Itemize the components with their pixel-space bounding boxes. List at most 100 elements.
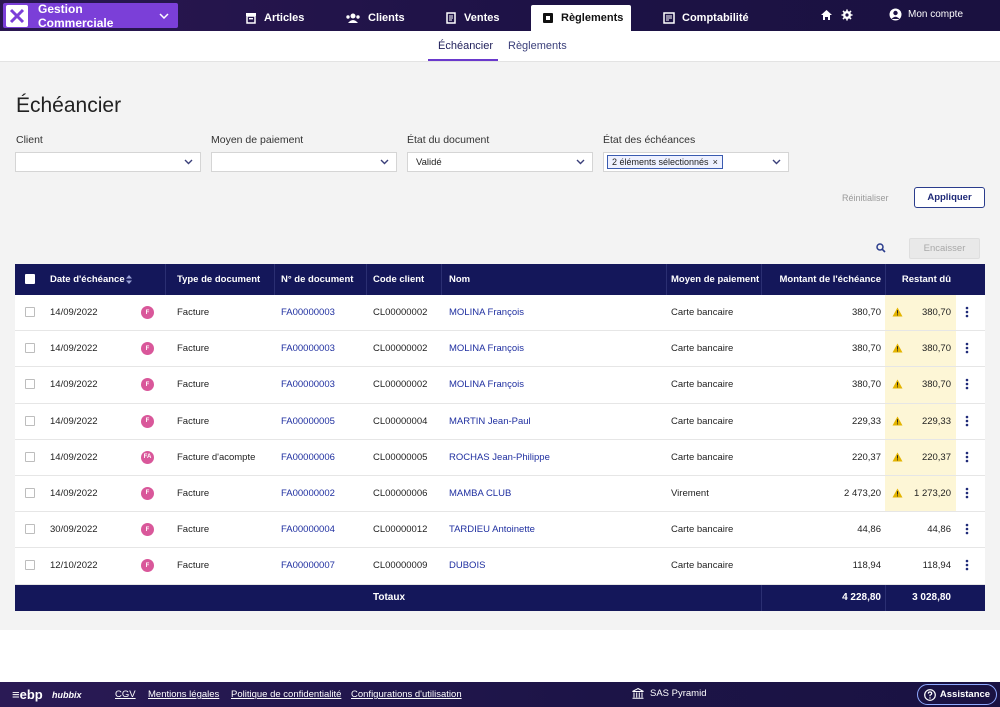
filter-client-label: Client	[16, 134, 43, 146]
tab-articles[interactable]: Articles	[245, 5, 304, 31]
warning-icon	[892, 343, 903, 353]
more-options-icon[interactable]	[965, 451, 969, 463]
table-row[interactable]: 14/09/2022 F Facture FA00000003 CL000000…	[15, 295, 985, 332]
cell-document-link[interactable]: FA00000003	[281, 307, 335, 318]
cell-moyen: Virement	[671, 487, 709, 499]
cell-nom-link[interactable]: TARDIEU Antoinette	[449, 524, 535, 535]
cell-nom-link[interactable]: MOLINA François	[449, 307, 524, 318]
column-divider	[165, 264, 166, 295]
archive-icon	[245, 12, 257, 24]
row-checkbox[interactable]	[25, 524, 35, 535]
row-checkbox[interactable]	[25, 451, 35, 462]
column-divider	[885, 584, 886, 611]
warning-icon	[892, 488, 903, 498]
table-row[interactable]: 30/09/2022 F Facture FA00000004 CL000000…	[15, 512, 985, 549]
top-navigation-bar: Gestion Commerciale Articles Clients Ven…	[0, 0, 1000, 31]
row-checkbox[interactable]	[25, 343, 35, 354]
app-switcher[interactable]: Gestion Commerciale	[3, 1, 178, 30]
filter-etat-document-select[interactable]: Validé	[407, 152, 593, 172]
app-name: Gestion Commerciale	[38, 1, 114, 30]
encaisser-button[interactable]: Encaisser	[909, 238, 980, 259]
more-options-icon[interactable]	[965, 487, 969, 499]
home-icon[interactable]	[820, 9, 833, 21]
table-row[interactable]: 14/09/2022 F Facture FA00000005 CL000000…	[15, 403, 985, 440]
filter-etat-echeances-select[interactable]: 2 éléments sélectionnés ×	[603, 152, 789, 172]
cell-nom-link[interactable]: MARTIN Jean-Paul	[449, 416, 531, 427]
selection-chip: 2 éléments sélectionnés ×	[607, 155, 723, 169]
column-divider	[274, 264, 275, 295]
tab-reglements[interactable]: Règlements	[531, 5, 631, 31]
sort-icon[interactable]	[126, 275, 132, 284]
table-row[interactable]: 14/09/2022 F Facture FA00000002 CL000000…	[15, 475, 985, 513]
footer-link-configurations[interactable]: Configurations d'utilisation	[351, 689, 462, 700]
cell-nom-link[interactable]: MAMBA CLUB	[449, 488, 511, 499]
filter-moyen-label: Moyen de paiement	[211, 134, 304, 146]
row-checkbox[interactable]	[25, 487, 35, 498]
cell-document-link[interactable]: FA00000003	[281, 343, 335, 354]
gear-icon[interactable]	[841, 9, 853, 21]
document-type-badge: F	[141, 523, 154, 537]
cell-document-link[interactable]: FA00000006	[281, 452, 335, 463]
table-row[interactable]: 14/09/2022 FA Facture d'acompte FA000000…	[15, 439, 985, 476]
tab-clients[interactable]: Clients	[345, 5, 405, 31]
col-code-header: Code client	[373, 274, 425, 285]
row-checkbox[interactable]	[25, 379, 35, 390]
row-checkbox[interactable]	[25, 307, 35, 317]
filter-client-select[interactable]	[15, 152, 201, 172]
table-row[interactable]: 14/09/2022 F Facture FA00000003 CL000000…	[15, 367, 985, 404]
footer-link-mentions[interactable]: Mentions légales	[148, 689, 219, 700]
more-options-icon[interactable]	[965, 342, 969, 354]
more-options-icon[interactable]	[965, 415, 969, 427]
subtab-reglements[interactable]: Règlements	[508, 40, 567, 52]
filter-moyen-select[interactable]	[211, 152, 397, 172]
select-all-checkbox[interactable]	[25, 274, 35, 284]
document-type-badge: F	[141, 342, 154, 356]
cell-date: 14/09/2022	[50, 307, 98, 318]
cell-document-link[interactable]: FA00000002	[281, 488, 335, 499]
table-row[interactable]: 14/09/2022 F Facture FA00000003 CL000000…	[15, 331, 985, 368]
cell-date: 14/09/2022	[50, 415, 98, 427]
column-divider	[761, 584, 762, 611]
footer-link-cgv[interactable]: CGV	[115, 689, 136, 700]
cell-type: Facture	[177, 415, 210, 427]
more-options-icon[interactable]	[965, 523, 969, 535]
cell-nom-link[interactable]: DUBOIS	[449, 560, 485, 571]
apply-button[interactable]: Appliquer	[914, 187, 985, 208]
chip-remove-icon[interactable]: ×	[713, 157, 718, 167]
footer-link-confidentialite[interactable]: Politique de confidentialité	[231, 689, 341, 700]
assistance-button[interactable]: Assistance	[917, 684, 997, 705]
search-icon[interactable]	[876, 243, 886, 253]
cell-document-link[interactable]: FA00000007	[281, 560, 335, 571]
row-checkbox[interactable]	[25, 560, 35, 571]
company-selector[interactable]: SAS Pyramid	[632, 688, 707, 699]
active-subtab-indicator	[428, 59, 498, 61]
cell-nom-link[interactable]: MOLINA François	[449, 379, 524, 390]
cell-moyen: Carte bancaire	[671, 307, 734, 318]
col-date-header[interactable]: Date d'échéance	[50, 274, 125, 285]
cell-code-client: CL00000006	[373, 487, 428, 499]
cell-code-client: CL00000002	[373, 343, 428, 355]
row-checkbox[interactable]	[25, 415, 35, 426]
account-menu[interactable]: Mon compte	[889, 8, 963, 21]
column-divider	[666, 264, 667, 295]
cell-document-link[interactable]: FA00000003	[281, 379, 335, 390]
tab-ventes-label: Ventes	[464, 12, 500, 24]
more-options-icon[interactable]	[965, 378, 969, 390]
subtab-echeancier[interactable]: Échéancier	[438, 40, 493, 52]
cell-type: Facture d'acompte	[177, 451, 256, 463]
tab-ventes[interactable]: Ventes	[445, 5, 499, 31]
cell-nom-link[interactable]: MOLINA François	[449, 343, 524, 354]
column-divider	[441, 264, 442, 295]
cell-moyen: Carte bancaire	[671, 379, 734, 391]
cell-document-link[interactable]: FA00000005	[281, 416, 335, 427]
page-title: Échéancier	[16, 94, 122, 117]
reset-button[interactable]: Réinitialiser	[842, 193, 889, 203]
more-options-icon[interactable]	[965, 559, 969, 571]
cell-document-link[interactable]: FA00000004	[281, 524, 335, 535]
more-options-icon[interactable]	[965, 306, 969, 318]
table-row[interactable]: 12/10/2022 F Facture FA00000007 CL000000…	[15, 548, 985, 585]
app-logo	[6, 4, 28, 27]
tab-comptabilite[interactable]: Comptabilité	[663, 5, 749, 31]
cell-nom-link[interactable]: ROCHAS Jean-Philippe	[449, 452, 550, 463]
cell-montant: 380,70	[851, 379, 881, 391]
